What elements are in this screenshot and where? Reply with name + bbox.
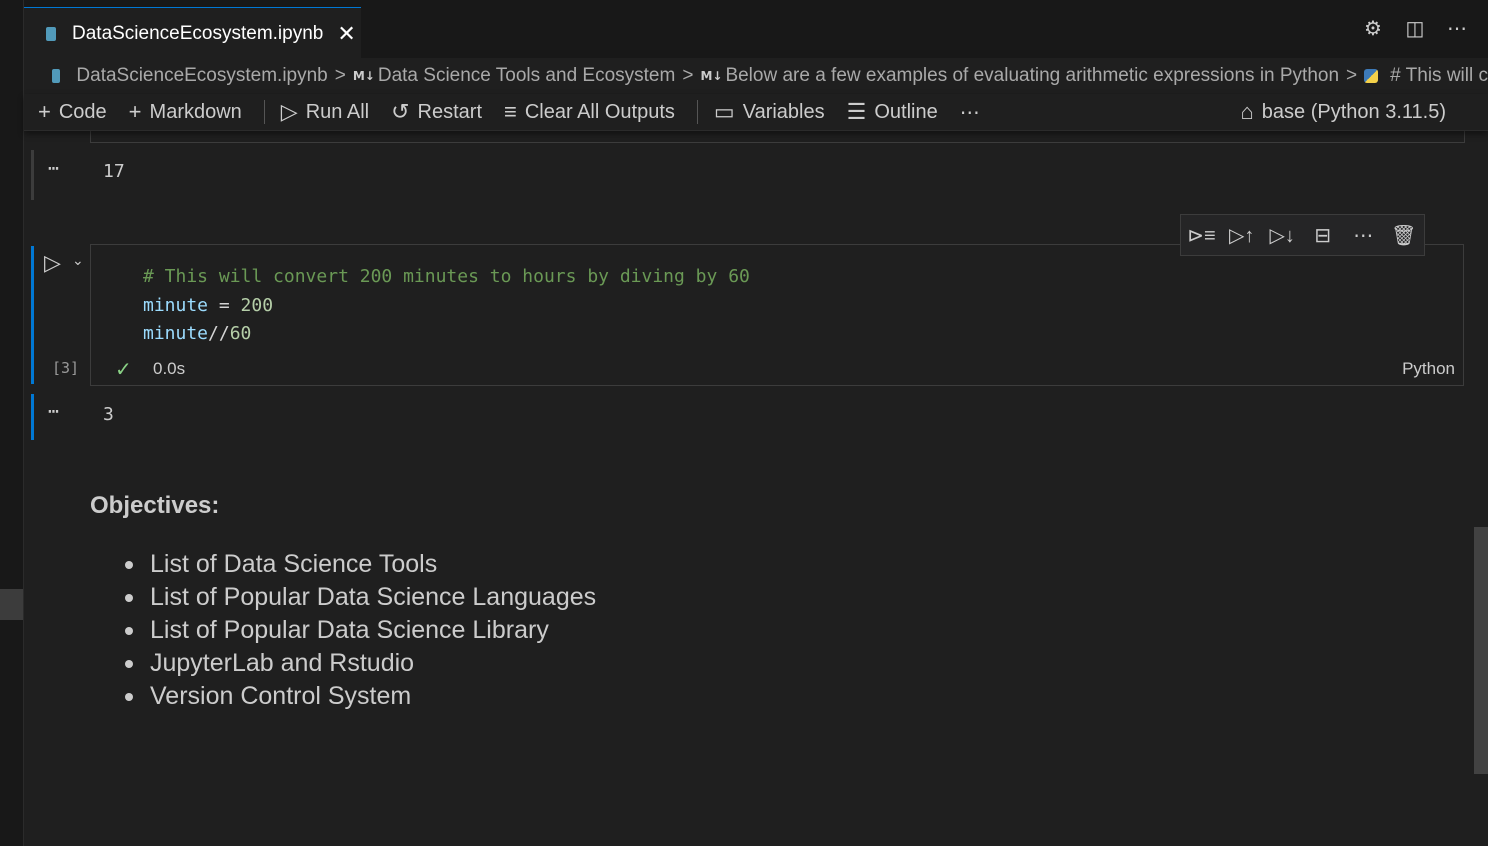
breadcrumb-cell-label: # This will c <box>1390 65 1488 86</box>
notebook-file-icon <box>52 69 61 83</box>
restart-button[interactable]: ↺ Restart <box>391 99 482 125</box>
add-markdown-button[interactable]: + Markdown <box>129 99 242 125</box>
chevron-right-icon: > <box>334 65 346 86</box>
run-below-icon[interactable]: ▷↓ <box>1268 223 1296 248</box>
markdown-icon: M↓ <box>352 69 375 83</box>
kernel-icon: ⌂ <box>1240 99 1254 124</box>
vertical-scrollbar[interactable] <box>1474 527 1488 774</box>
editor-actions: ⚙ ◫ ⋯ <box>1362 18 1468 40</box>
output-focus-bar <box>31 394 34 440</box>
more-icon[interactable]: ⋯ <box>1349 223 1377 248</box>
more-toolbar-button[interactable]: ⋯ <box>960 100 980 125</box>
code-line-3: minute//60 <box>143 320 750 349</box>
code-line-2: minute = 200 <box>143 292 750 321</box>
code-number: 60 <box>229 323 252 344</box>
markdown-icon: M↓ <box>700 69 723 83</box>
breadcrumb-section-2-label: Below are a few examples of evaluating a… <box>725 65 1340 86</box>
breadcrumb-section-2[interactable]: M↓ Below are a few examples of evaluatin… <box>700 65 1339 87</box>
variables-icon: ▭ <box>713 99 735 124</box>
notebook-file-icon <box>46 26 56 41</box>
breadcrumb: DataScienceEcosystem.ipynb > M↓ Data Sci… <box>24 58 1488 94</box>
settings-icon[interactable]: ⚙ <box>1362 18 1384 40</box>
add-code-label: Code <box>58 100 107 123</box>
code-operator: // <box>208 323 230 344</box>
activity-strip <box>0 0 24 846</box>
output-more-icon[interactable]: ⋯ <box>48 401 60 422</box>
add-markdown-label: Markdown <box>149 100 242 123</box>
chevron-right-icon: > <box>1346 65 1358 86</box>
execution-duration: 0.0s <box>153 359 186 378</box>
kernel-picker[interactable]: ⌂ base (Python 3.11.5) <box>1241 94 1447 130</box>
output-value: 17 <box>103 161 125 182</box>
cell-language[interactable]: Python <box>1402 359 1455 379</box>
run-all-button[interactable]: ▷ Run All <box>281 99 369 125</box>
previous-cell[interactable] <box>90 130 1465 143</box>
list-item: List of Popular Data Science Library <box>114 614 596 647</box>
split-cell-icon[interactable]: ⊟ <box>1309 223 1337 248</box>
toolbar-divider <box>263 100 265 124</box>
add-code-button[interactable]: + Code <box>38 99 107 125</box>
list-item: JupyterLab and Rstudio <box>114 647 596 680</box>
kernel-label: base (Python 3.11.5) <box>1261 100 1446 123</box>
run-all-icon: ▷ <box>280 99 298 124</box>
tab-label: DataScienceEcosystem.ipynb <box>72 22 324 44</box>
code-number: 200 <box>240 294 274 316</box>
breadcrumb-section-1[interactable]: M↓ Data Science Tools and Ecosystem <box>353 65 675 87</box>
split-editor-icon[interactable]: ◫ <box>1404 18 1426 40</box>
list-item: Version Control System <box>114 680 596 713</box>
notebook-content: ⋯ 17 ⊳≡ ▷↑ ▷↓ ⊟ ⋯ 🗑 ▷ ⌄ [3] # This will … <box>24 130 1488 846</box>
markdown-heading: Objectives: <box>90 492 220 519</box>
cell-toolbar: ⊳≡ ▷↑ ▷↓ ⊟ ⋯ 🗑 <box>1180 214 1425 256</box>
code-operator: = <box>208 294 241 316</box>
chevron-right-icon: > <box>682 65 694 86</box>
plus-icon: + <box>128 99 142 124</box>
clear-outputs-icon: ≡ <box>504 99 517 124</box>
more-actions-icon[interactable]: ⋯ <box>1446 18 1468 40</box>
restart-label: Restart <box>417 100 482 123</box>
clear-all-outputs-button[interactable]: ≡ Clear All Outputs <box>504 99 675 125</box>
code-variable: minute <box>143 294 209 316</box>
outline-button[interactable]: ☰ Outline <box>847 99 938 125</box>
previous-output-bar <box>31 150 34 200</box>
activity-indicator <box>0 589 23 620</box>
delete-icon[interactable]: 🗑 <box>1390 223 1418 248</box>
outline-icon: ☰ <box>846 99 867 124</box>
breadcrumb-file[interactable]: DataScienceEcosystem.ipynb <box>76 65 327 87</box>
success-check-icon: ✓ <box>115 359 132 381</box>
code-cell[interactable]: # This will convert 200 minutes to hours… <box>90 244 1464 386</box>
code-variable: minute <box>143 323 209 344</box>
notebook-toolbar: + Code + Markdown ▷ Run All ↺ Restart ≡ … <box>24 94 1488 131</box>
plus-icon: + <box>38 99 51 124</box>
list-item: List of Data Science Tools <box>114 548 596 581</box>
objectives-list: List of Data Science Tools List of Popul… <box>114 548 596 713</box>
list-item: List of Popular Data Science Languages <box>114 581 596 614</box>
restart-icon: ↺ <box>391 99 410 124</box>
outline-label: Outline <box>874 100 938 123</box>
output-more-icon[interactable]: ⋯ <box>48 158 60 179</box>
code-line-1: # This will convert 200 minutes to hours… <box>143 263 750 292</box>
code-comment: # This will convert 200 minutes to hours… <box>143 266 750 287</box>
run-all-label: Run All <box>305 100 370 123</box>
run-above-icon[interactable]: ▷↑ <box>1228 223 1256 248</box>
chevron-down-icon[interactable]: ⌄ <box>72 252 84 269</box>
cell-focus-bar <box>31 246 34 384</box>
clear-all-outputs-label: Clear All Outputs <box>524 100 675 123</box>
python-icon <box>1364 69 1379 83</box>
toolbar-divider <box>696 100 698 124</box>
variables-label: Variables <box>742 100 825 123</box>
breadcrumb-cell[interactable]: # This will c <box>1364 65 1488 87</box>
breadcrumb-section-1-label: Data Science Tools and Ecosystem <box>377 65 676 86</box>
execution-count: [3] <box>52 359 80 377</box>
code-editor[interactable]: # This will convert 200 minutes to hours… <box>143 263 750 349</box>
tab-bar: DataScienceEcosystem.ipynb ✕ ⚙ ◫ ⋯ <box>24 0 1488 59</box>
variables-button[interactable]: ▭ Variables <box>714 99 825 125</box>
run-cell-icon[interactable]: ▷ <box>44 250 61 276</box>
close-icon[interactable]: ✕ <box>337 21 355 47</box>
tab-notebook[interactable]: DataScienceEcosystem.ipynb ✕ <box>24 7 361 59</box>
output-value: 3 <box>103 404 114 425</box>
execute-above-icon[interactable]: ⊳≡ <box>1187 223 1215 248</box>
